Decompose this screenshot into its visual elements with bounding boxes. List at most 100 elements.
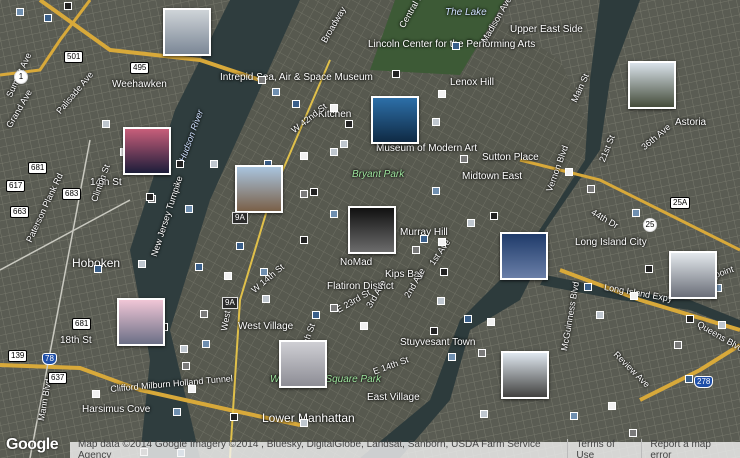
photo-marker[interactable]: [587, 185, 595, 193]
photo-marker[interactable]: [188, 385, 196, 393]
photo-marker[interactable]: [430, 327, 438, 335]
photo-marker[interactable]: [565, 168, 573, 176]
photo-marker[interactable]: [330, 104, 338, 112]
photo-marker[interactable]: [718, 321, 726, 329]
photo-marker[interactable]: [480, 410, 488, 418]
photo-marker[interactable]: [300, 419, 308, 427]
photo-marker[interactable]: [182, 362, 190, 370]
photo-marker[interactable]: [608, 402, 616, 410]
photo-marker[interactable]: [180, 345, 188, 353]
map-label: Weehawken: [112, 79, 167, 90]
photo-marker[interactable]: [632, 209, 640, 217]
pink-harbor-photo[interactable]: [117, 298, 165, 346]
photo-marker[interactable]: [596, 311, 604, 319]
photo-marker[interactable]: [64, 2, 72, 10]
photo-marker[interactable]: [570, 412, 578, 420]
terms-of-use-link[interactable]: Terms of Use: [567, 439, 641, 458]
photo-marker[interactable]: [44, 14, 52, 22]
photo-marker[interactable]: [102, 120, 110, 128]
aerial-city-photo[interactable]: [163, 8, 211, 56]
photo-marker[interactable]: [330, 148, 338, 156]
photo-marker[interactable]: [16, 8, 24, 16]
photo-marker[interactable]: [330, 210, 338, 218]
photo-marker[interactable]: [487, 318, 495, 326]
photo-marker[interactable]: [146, 193, 154, 201]
photo-marker[interactable]: [645, 265, 653, 273]
photo-marker[interactable]: [202, 340, 210, 348]
map-label: NoMad: [340, 257, 373, 268]
photo-marker[interactable]: [440, 268, 448, 276]
satellite-map[interactable]: Weehawken Hoboken Hudson River Intrepid Sea…: [0, 0, 740, 458]
attribution-bar: Map data ©2014 Google Imagery ©2014 , Bl…: [70, 439, 740, 458]
photo-marker[interactable]: [300, 190, 308, 198]
manhattan-skyline-photo[interactable]: [669, 251, 717, 299]
photo-marker[interactable]: [629, 429, 637, 437]
photo-marker[interactable]: [258, 76, 266, 84]
route-shield: 637: [48, 372, 68, 384]
photo-marker[interactable]: [490, 212, 498, 220]
sunset-skyline-photo[interactable]: [123, 127, 171, 175]
map-label: Upper East Side: [510, 24, 583, 35]
photo-marker[interactable]: [210, 160, 218, 168]
photo-marker[interactable]: [176, 160, 184, 168]
photo-marker[interactable]: [464, 315, 472, 323]
photo-marker[interactable]: [392, 70, 400, 78]
route-shield: 1: [14, 70, 28, 84]
photo-marker[interactable]: [300, 152, 308, 160]
photo-marker[interactable]: [674, 341, 682, 349]
park-walkway-photo[interactable]: [628, 61, 676, 109]
route-shield: 663: [10, 206, 30, 218]
riverside-night-photo[interactable]: [500, 232, 548, 280]
photo-marker[interactable]: [630, 292, 638, 300]
photo-marker[interactable]: [438, 238, 446, 246]
night-city-photo[interactable]: [348, 206, 396, 254]
photo-marker[interactable]: [448, 353, 456, 361]
photo-marker[interactable]: [438, 90, 446, 98]
photo-image: [119, 300, 163, 344]
photo-marker[interactable]: [330, 304, 338, 312]
empire-state-photo[interactable]: [371, 96, 419, 144]
photo-marker[interactable]: [345, 120, 353, 128]
photo-marker[interactable]: [236, 242, 244, 250]
photo-marker[interactable]: [467, 219, 475, 227]
photo-marker[interactable]: [420, 235, 428, 243]
photo-image: [503, 353, 547, 397]
photo-marker[interactable]: [138, 260, 146, 268]
map-label: Astoria: [675, 117, 707, 128]
foggy-tower-photo[interactable]: [279, 340, 327, 388]
photo-marker[interactable]: [224, 272, 232, 280]
photo-marker[interactable]: [230, 413, 238, 421]
report-map-error-link[interactable]: Report a map error: [641, 439, 740, 458]
photo-marker[interactable]: [300, 236, 308, 244]
photo-marker[interactable]: [262, 295, 270, 303]
photo-image: [671, 253, 715, 297]
empire-state-skyline-photo[interactable]: [501, 351, 549, 399]
photo-marker[interactable]: [292, 100, 300, 108]
photo-marker[interactable]: [432, 118, 440, 126]
map-data-attribution: Map data ©2014 Google Imagery ©2014 , Bl…: [78, 439, 541, 458]
photo-marker[interactable]: [437, 297, 445, 305]
photo-image: [165, 10, 209, 54]
photo-marker[interactable]: [340, 140, 348, 148]
photo-marker[interactable]: [200, 310, 208, 318]
photo-marker[interactable]: [173, 408, 181, 416]
photo-marker[interactable]: [460, 155, 468, 163]
photo-marker[interactable]: [432, 187, 440, 195]
photo-marker[interactable]: [310, 188, 318, 196]
photo-marker[interactable]: [478, 349, 486, 357]
photo-marker[interactable]: [584, 283, 592, 291]
photo-marker[interactable]: [412, 246, 420, 254]
photo-marker[interactable]: [92, 390, 100, 398]
photo-marker[interactable]: [260, 268, 268, 276]
photo-marker[interactable]: [272, 88, 280, 96]
photo-marker[interactable]: [452, 42, 460, 50]
chrysler-building-photo[interactable]: [235, 165, 283, 213]
photo-marker[interactable]: [360, 322, 368, 330]
photo-marker[interactable]: [686, 315, 694, 323]
photo-marker[interactable]: [685, 375, 693, 383]
photo-marker[interactable]: [195, 263, 203, 271]
photo-marker[interactable]: [94, 265, 102, 273]
photo-marker[interactable]: [185, 205, 193, 213]
photo-marker[interactable]: [312, 311, 320, 319]
route-shield: 617: [6, 180, 26, 192]
